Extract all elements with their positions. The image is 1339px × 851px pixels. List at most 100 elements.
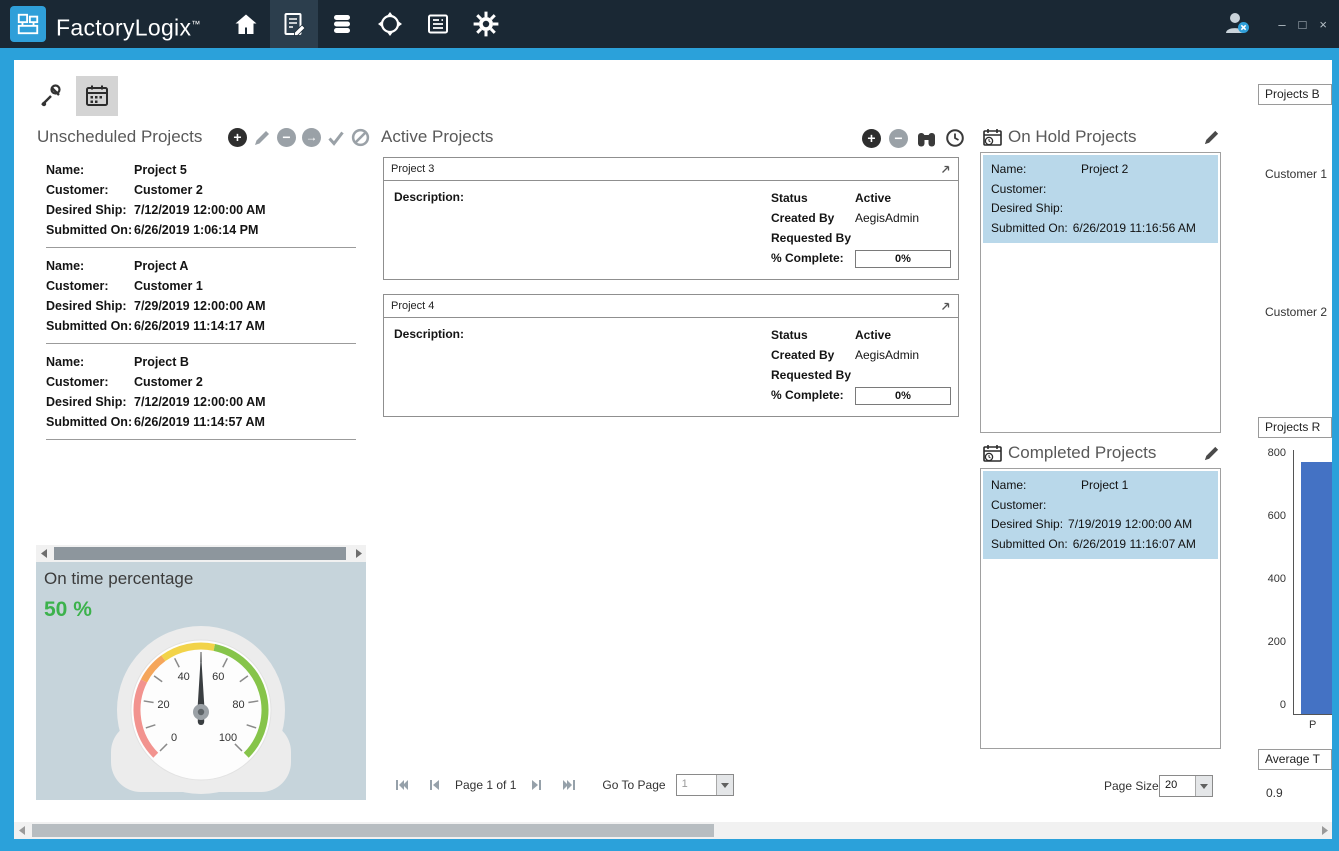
- next-page-button[interactable]: [528, 776, 546, 794]
- expand-icon[interactable]: [940, 164, 951, 175]
- chart-y-axis: [1293, 450, 1294, 715]
- maximize-button[interactable]: □: [1299, 17, 1307, 32]
- projects-r-panel-title: Projects R: [1258, 417, 1332, 438]
- close-button[interactable]: ×: [1319, 17, 1327, 32]
- on-hold-project-card[interactable]: Name:Project 2 Customer: Desired Ship: S…: [983, 155, 1218, 243]
- first-page-button[interactable]: [393, 776, 411, 794]
- card-header[interactable]: Project 3: [383, 157, 959, 181]
- svg-text:60: 60: [212, 671, 224, 683]
- add-project-button[interactable]: +: [228, 128, 247, 147]
- previous-page-button[interactable]: [425, 776, 443, 794]
- clock-icon[interactable]: [945, 128, 965, 148]
- accept-check-icon[interactable]: [327, 129, 345, 147]
- chart-bar: [1301, 462, 1332, 714]
- nav-production-button[interactable]: [366, 0, 414, 48]
- minimize-button[interactable]: –: [1278, 17, 1285, 32]
- calendar-clock-icon: [982, 127, 1003, 148]
- calendar-icon: [84, 83, 110, 109]
- user-account-button[interactable]: [1223, 10, 1251, 36]
- nav-documents-button[interactable]: [414, 0, 462, 48]
- move-project-button[interactable]: →: [302, 128, 321, 147]
- active-toolbar: + −: [862, 128, 965, 148]
- svg-text:0: 0: [171, 732, 177, 744]
- main-horizontal-scrollbar[interactable]: [14, 822, 1332, 839]
- status-value: Active: [855, 328, 891, 342]
- active-project-card[interactable]: Project 3 Description: StatusActive Crea…: [383, 157, 959, 280]
- page-indicator: Page 1 of 1: [455, 778, 516, 792]
- chart-y-tick: 0.9: [1266, 786, 1283, 800]
- expand-icon[interactable]: [940, 301, 951, 312]
- goto-page-value: 1: [677, 775, 716, 795]
- status-value: Active: [855, 191, 891, 205]
- factorylogix-window: FactoryLogix™: [0, 0, 1339, 851]
- add-active-project-button[interactable]: +: [862, 129, 881, 148]
- home-icon: [233, 11, 259, 37]
- list-item[interactable]: Name:Project B Customer:Customer 2 Desir…: [36, 344, 366, 440]
- scroll-right-arrow[interactable]: [1316, 822, 1332, 839]
- edit-pencil-icon[interactable]: [1203, 129, 1220, 146]
- nav-materials-button[interactable]: [318, 0, 366, 48]
- scrollbar-thumb[interactable]: [54, 547, 346, 560]
- svg-text:100: 100: [219, 732, 237, 744]
- card-title: Project 4: [391, 300, 434, 312]
- card-body: Description: StatusActive Created ByAegi…: [383, 318, 959, 417]
- titlebar: FactoryLogix™: [0, 0, 1339, 48]
- list-item[interactable]: Name:Project A Customer:Customer 1 Desir…: [36, 248, 366, 344]
- scroll-left-arrow[interactable]: [14, 822, 30, 839]
- percent-complete-field[interactable]: 0%: [855, 250, 951, 268]
- factorylogix-logo-icon: [10, 6, 46, 42]
- remove-active-project-button[interactable]: −: [889, 129, 908, 148]
- chevron-down-icon: [1200, 784, 1208, 789]
- chart-x-label: P: [1309, 719, 1316, 731]
- active-project-card[interactable]: Project 4 Description: StatusActive Crea…: [383, 294, 959, 417]
- unscheduled-toolbar: + − →: [228, 128, 370, 147]
- search-binoculars-icon[interactable]: [916, 129, 937, 148]
- card-body: Description: StatusActive Created ByAegi…: [383, 181, 959, 280]
- tab-schedule[interactable]: [76, 76, 118, 116]
- planning-clipboard-icon: [281, 11, 307, 37]
- scrollbar-thumb[interactable]: [32, 824, 714, 837]
- tab-configuration[interactable]: [30, 76, 72, 116]
- edit-pencil-icon[interactable]: [253, 129, 271, 147]
- list-item[interactable]: Name:Project 5 Customer:Customer 2 Desir…: [36, 152, 366, 248]
- chart-category-label: Customer 1: [1265, 167, 1327, 181]
- card-title: Project 3: [391, 163, 434, 175]
- created-by-value: AegisAdmin: [855, 348, 919, 362]
- unscheduled-horizontal-scrollbar[interactable]: [36, 545, 366, 562]
- on-hold-projects-title: On Hold Projects: [1008, 127, 1137, 147]
- divider: [46, 439, 356, 440]
- chart-x-axis: [1293, 714, 1332, 715]
- unscheduled-project-list: Name:Project 5 Customer:Customer 2 Desir…: [36, 152, 366, 545]
- chevron-down-icon: [721, 783, 729, 788]
- dropdown-button[interactable]: [1195, 776, 1212, 796]
- remove-project-button[interactable]: −: [277, 128, 296, 147]
- on-hold-projects-panel: Name:Project 2 Customer: Desired Ship: S…: [980, 152, 1221, 433]
- completed-projects-panel: Name:Project 1 Customer: Desired Ship:7/…: [980, 468, 1221, 749]
- nav-home-button[interactable]: [222, 0, 270, 48]
- svg-text:80: 80: [232, 699, 244, 711]
- gear-icon: [472, 10, 500, 38]
- scroll-left-arrow[interactable]: [36, 545, 52, 562]
- dropdown-button[interactable]: [716, 775, 733, 795]
- chart-category-label: Customer 2: [1265, 305, 1327, 319]
- app-title: FactoryLogix™: [56, 0, 201, 48]
- main-nav: [222, 0, 510, 48]
- on-time-gauge: 0 20 40 60 80 100: [81, 618, 321, 798]
- created-by-value: AegisAdmin: [855, 211, 919, 225]
- edit-pencil-icon[interactable]: [1203, 445, 1220, 462]
- nav-planning-button[interactable]: [270, 0, 318, 48]
- on-time-percentage-panel: On time percentage 50 % 0 20: [36, 562, 366, 800]
- completed-project-card[interactable]: Name:Project 1 Customer: Desired Ship:7/…: [983, 471, 1218, 559]
- gauge-title: On time percentage: [44, 569, 193, 589]
- last-page-button[interactable]: [560, 776, 578, 794]
- projects-by-panel-title: Projects B: [1258, 84, 1332, 105]
- unscheduled-projects-title: Unscheduled Projects: [37, 127, 202, 147]
- goto-page-combobox[interactable]: 1: [676, 774, 734, 796]
- svg-text:40: 40: [178, 671, 190, 683]
- percent-complete-field[interactable]: 0%: [855, 387, 951, 405]
- card-header[interactable]: Project 4: [383, 294, 959, 318]
- page-size-combobox[interactable]: 20: [1159, 775, 1213, 797]
- cancel-block-icon[interactable]: [351, 128, 370, 147]
- nav-settings-button[interactable]: [462, 0, 510, 48]
- scroll-right-arrow[interactable]: [350, 545, 366, 562]
